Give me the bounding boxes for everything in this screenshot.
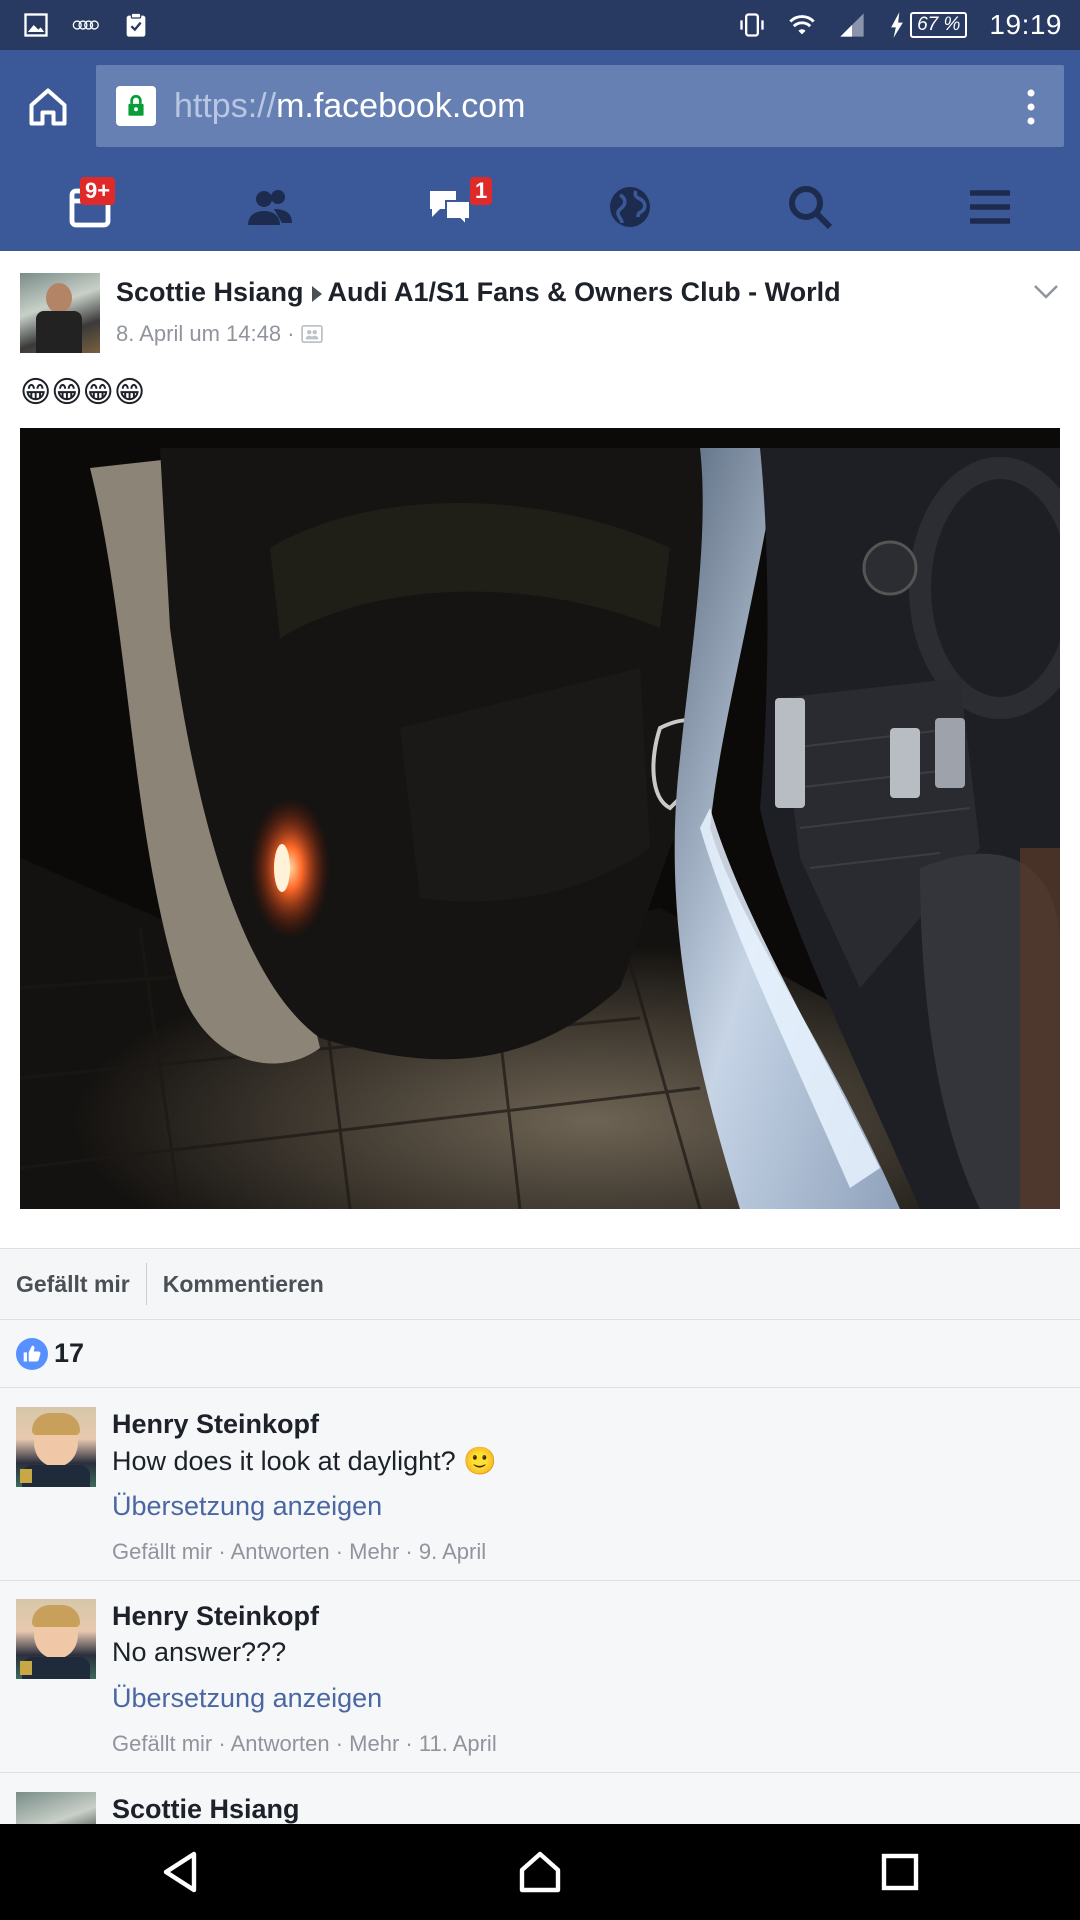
- post-author-link[interactable]: Scottie Hsiang: [116, 277, 304, 307]
- home-icon: [29, 87, 67, 126]
- facebook-nav-bar: 9+ 1: [0, 163, 1080, 251]
- commenter-avatar[interactable]: [16, 1792, 96, 1824]
- audience-group-icon: [300, 325, 323, 343]
- android-navigation-bar: [0, 1824, 1080, 1920]
- author-avatar[interactable]: [20, 273, 100, 353]
- post-group-link[interactable]: Audi A1/S1 Fans & Owners Club - World: [328, 277, 841, 307]
- post-actions-bar: Gefällt mir Kommentieren: [0, 1248, 1080, 1320]
- browser-toolbar: https://m.facebook.com: [0, 50, 1080, 163]
- friend-requests-badge: 9+: [80, 177, 116, 205]
- globe-icon: [610, 187, 650, 227]
- battery-level: 67 %: [910, 12, 968, 38]
- overflow-menu-icon[interactable]: [1026, 87, 1036, 127]
- recent-apps-icon[interactable]: [876, 1848, 924, 1896]
- home-icon[interactable]: [516, 1848, 564, 1896]
- commenter-name[interactable]: Henry Steinkopf: [112, 1601, 319, 1632]
- status-bar: 67 % 19:19: [0, 0, 1080, 50]
- messages-icon: [430, 191, 471, 228]
- nav-notifications[interactable]: [540, 163, 720, 251]
- comment-item: Scottie Hsiang: [0, 1774, 1080, 1824]
- commenter-avatar[interactable]: [16, 1599, 96, 1679]
- vibrate-icon: [738, 11, 766, 39]
- post-text: 😁😁😁😁: [20, 376, 146, 409]
- show-translation-link[interactable]: Übersetzung anzeigen: [112, 1491, 382, 1522]
- post-meta: 8. April um 14:48 ·: [116, 321, 323, 347]
- comment-text: No answer???: [112, 1637, 287, 1667]
- post-date[interactable]: 8. April um 14:48 ·: [116, 321, 295, 347]
- comment-meta[interactable]: Gefällt mir · Antworten · Mehr · 11. Apr…: [112, 1731, 497, 1757]
- car-door-photo: [20, 428, 1060, 1209]
- url-host: m.facebook.com: [276, 86, 526, 125]
- comment-button[interactable]: Kommentieren: [147, 1271, 340, 1298]
- battery-indicator: 67 %: [888, 11, 968, 39]
- url-bar[interactable]: https://m.facebook.com: [96, 65, 1064, 147]
- comment-text: How does it look at daylight? 🙂: [112, 1446, 497, 1476]
- comment-meta[interactable]: Gefällt mir · Antworten · Mehr · 9. Apri…: [112, 1539, 486, 1565]
- post-card: Scottie Hsiang Audi A1/S1 Fans & Owners C…: [0, 251, 1080, 1248]
- comment-item: Henry Steinkopf No answer??? Übersetzung…: [0, 1581, 1080, 1773]
- comment-item: Henry Steinkopf How does it look at dayl…: [0, 1389, 1080, 1581]
- nav-news-feed[interactable]: 9+: [0, 163, 180, 251]
- like-count: 17: [54, 1338, 85, 1368]
- commenter-avatar[interactable]: [16, 1407, 96, 1487]
- search-icon: [789, 186, 833, 230]
- url-scheme: https://: [174, 86, 277, 125]
- post-photo[interactable]: [20, 428, 1060, 1209]
- like-button[interactable]: Gefällt mir: [0, 1271, 146, 1298]
- nav-friends[interactable]: [180, 163, 360, 251]
- likes-summary[interactable]: 17: [0, 1320, 1080, 1388]
- commenter-name[interactable]: Henry Steinkopf: [112, 1409, 319, 1440]
- browser-home-button[interactable]: [0, 50, 96, 163]
- nav-messages[interactable]: 1: [360, 163, 540, 251]
- hamburger-menu-icon: [970, 190, 1010, 224]
- nav-search[interactable]: [720, 163, 900, 251]
- lock-icon: [116, 86, 156, 126]
- show-translation-link[interactable]: Übersetzung anzeigen: [112, 1683, 382, 1714]
- gallery-icon: [22, 11, 50, 39]
- like-thumb-icon: [16, 1337, 48, 1370]
- commenter-name[interactable]: Scottie Hsiang: [112, 1794, 300, 1824]
- chevron-down-icon[interactable]: [1032, 281, 1060, 301]
- back-icon[interactable]: [156, 1848, 204, 1896]
- url-text: https://m.facebook.com: [174, 87, 526, 126]
- friends-icon: [248, 190, 292, 225]
- wifi-icon: [788, 11, 816, 39]
- charging-icon: [888, 11, 906, 39]
- signal-icon: [838, 11, 866, 39]
- nav-menu[interactable]: [900, 163, 1080, 251]
- triangle-right-icon: [311, 285, 322, 302]
- audi-rings-icon: [72, 11, 100, 39]
- messages-badge: 1: [470, 177, 493, 205]
- clipboard-check-icon: [122, 11, 150, 39]
- post-header: Scottie Hsiang Audi A1/S1 Fans & Owners C…: [116, 277, 841, 308]
- clock: 19:19: [989, 9, 1062, 40]
